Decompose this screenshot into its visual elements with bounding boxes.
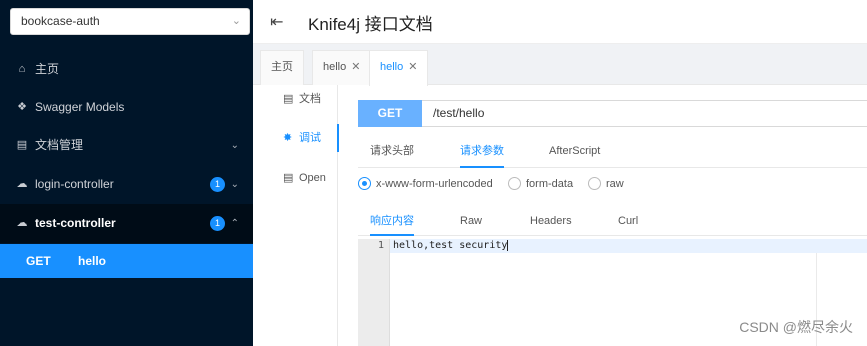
cube-icon: ❖ (17, 101, 27, 113)
chevron-down-icon: ⌄ (230, 179, 239, 190)
tab-headers[interactable]: Headers (530, 208, 572, 236)
tab-curl[interactable]: Curl (618, 208, 638, 236)
doc-nav: ▤ 文档 ✸ 调试 ▤ Open (253, 85, 339, 346)
sidebar-item-swagger-models[interactable]: ❖ Swagger Models (0, 88, 253, 127)
tab-hello-1[interactable]: hello ✕ (312, 50, 372, 85)
bug-icon: ✸ (283, 132, 293, 144)
file-icon: ▤ (283, 93, 294, 105)
tab-request-params[interactable]: 请求参数 (460, 138, 504, 168)
tab-hello-2[interactable]: hello ✕ (369, 50, 429, 86)
sidebar-item-test-controller[interactable]: ☁ test-controller 1 ⌃ (0, 204, 253, 243)
docnav-label: 文档 (299, 93, 321, 105)
tab-label: 主页 (271, 61, 293, 73)
menu-fold-icon[interactable]: ⇤ (270, 12, 283, 32)
sidebar-item-label: login-controller (35, 177, 114, 191)
file-text-icon: ▤ (283, 172, 294, 184)
watermark: CSDN @燃尽余火 (739, 319, 853, 335)
sidebar-item-label: test-controller (35, 216, 116, 230)
header: ⇤ Knife4j 接口文档 (253, 0, 867, 44)
sidebar-item-label: 主页 (35, 62, 60, 76)
editor-gutter: 1 (358, 239, 390, 346)
url-input[interactable]: /test/hello (433, 101, 484, 126)
count-badge: 1 (210, 177, 225, 192)
sidebar-item-home[interactable]: ⌂ 主页 (0, 50, 253, 89)
sidebar: bookcase-auth ⌄ ⌂ 主页 ❖ Swagger Models ▤ … (0, 0, 253, 346)
response-tabs: 响应内容 Raw Headers Curl (358, 208, 867, 236)
endpoint-label: hello (78, 254, 107, 268)
method-label: GET (26, 254, 51, 268)
tab-request-headers[interactable]: 请求头部 (370, 138, 414, 168)
sidebar-item-login-controller[interactable]: ☁ login-controller 1 ⌄ (0, 165, 253, 204)
file-icon: ▤ (16, 139, 28, 151)
docnav-item-debug[interactable]: ✸ 调试 (253, 124, 339, 152)
tab-response-content[interactable]: 响应内容 (370, 208, 414, 236)
chevron-up-icon: ⌃ (230, 218, 239, 229)
home-icon: ⌂ (18, 63, 26, 75)
radio-label: x-www-form-urlencoded (376, 178, 493, 190)
request-url-bar: GET /test/hello (358, 100, 867, 127)
tab-bar: 主页 hello ✕ hello ✕ (253, 44, 867, 86)
radio-dot (588, 177, 601, 190)
response-text: hello,test security (393, 240, 508, 251)
radio-dot (358, 177, 371, 190)
sidebar-subitem-hello[interactable]: GET hello (0, 244, 253, 278)
tab-afterscript[interactable]: AfterScript (549, 138, 600, 168)
docnav-item-doc[interactable]: ▤ 文档 (253, 85, 338, 113)
radio-label: raw (606, 178, 624, 190)
group-select[interactable]: bookcase-auth ⌄ (10, 8, 250, 35)
docnav-label: Open (299, 172, 326, 184)
count-badge: 1 (210, 216, 225, 231)
tab-home[interactable]: 主页 (260, 50, 304, 85)
text-cursor (507, 239, 509, 251)
line-number: 1 (377, 240, 384, 251)
sidebar-item-label: Swagger Models (35, 100, 125, 114)
tab-label: hello (323, 61, 347, 73)
radio-label: form-data (526, 178, 574, 190)
tab-raw[interactable]: Raw (460, 208, 482, 236)
sidebar-item-label: 文档管理 (35, 138, 84, 152)
tab-label: hello (380, 61, 404, 73)
close-icon[interactable]: ✕ (408, 61, 417, 73)
docnav-label: 调试 (299, 132, 321, 144)
chevron-down-icon: ⌄ (231, 15, 241, 27)
app: bookcase-auth ⌄ ⌂ 主页 ❖ Swagger Models ▤ … (0, 0, 867, 346)
chevron-down-icon: ⌄ (230, 140, 239, 151)
close-icon[interactable]: ✕ (351, 61, 360, 73)
docnav-item-open[interactable]: ▤ Open (253, 164, 338, 192)
sidebar-item-doc-manage[interactable]: ▤ 文档管理 ⌄ (0, 126, 253, 165)
response-body: hello,test security (393, 239, 509, 253)
radio-dot (508, 177, 521, 190)
page-title: Knife4j 接口文档 (308, 15, 433, 34)
group-select-value: bookcase-auth (21, 14, 100, 28)
method-select[interactable]: GET (358, 100, 422, 127)
cloud-icon: ☁ (16, 217, 28, 229)
cloud-icon: ☁ (16, 178, 28, 190)
param-tabs: 请求头部 请求参数 AfterScript (358, 138, 867, 168)
